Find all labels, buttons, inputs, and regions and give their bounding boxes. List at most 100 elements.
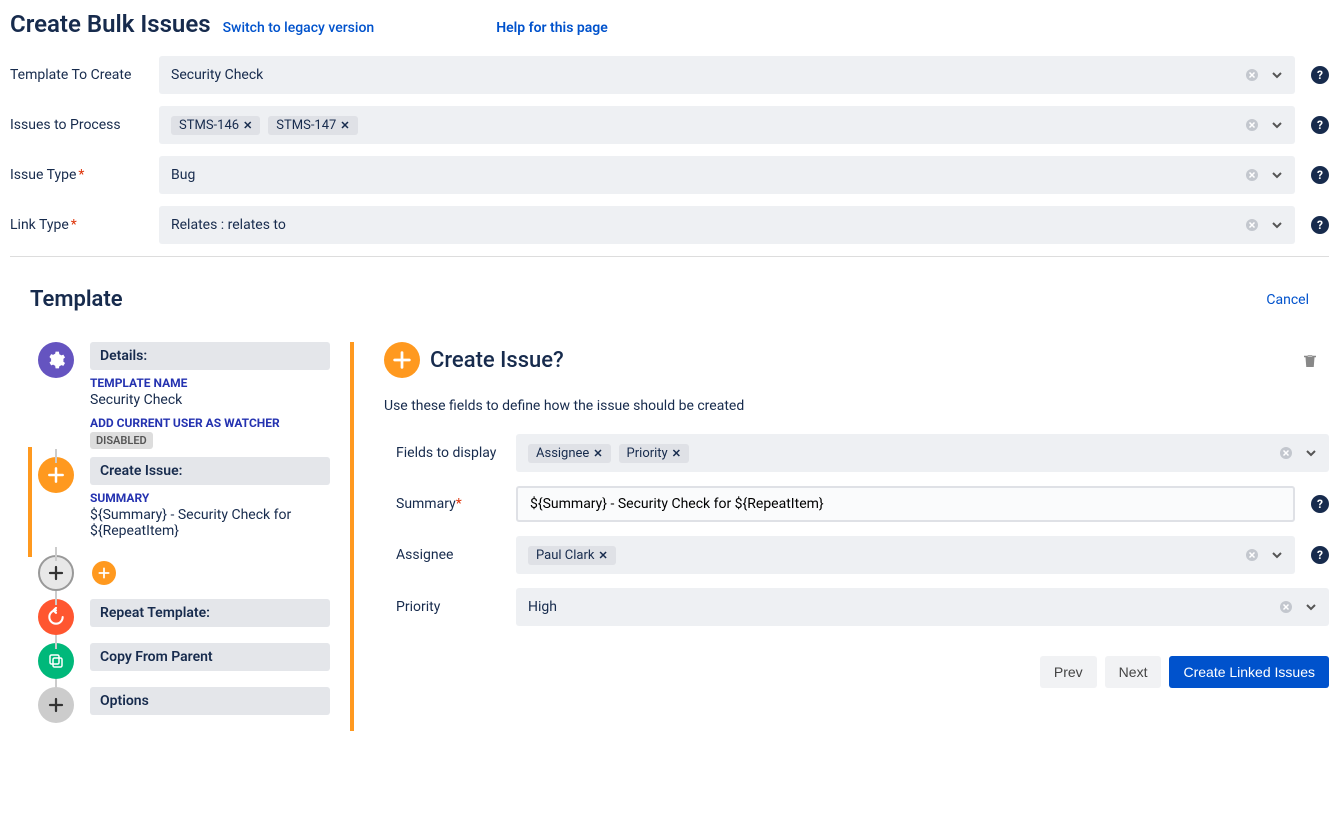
watcher-label: ADD CURRENT USER AS WATCHER	[90, 416, 330, 430]
create-issue-header: Create Issue:	[90, 457, 330, 485]
detail-head: Create Issue?	[384, 342, 1329, 378]
add-child-button[interactable]	[92, 561, 116, 585]
delete-button[interactable]	[1301, 352, 1319, 370]
label-issue-type: Issue Type*	[10, 167, 143, 183]
repeat-header: Repeat Template:	[90, 599, 330, 627]
watcher-badge: DISABLED	[90, 432, 153, 449]
label-issues: Issues to Process	[10, 117, 143, 133]
summary-label: SUMMARY	[90, 491, 330, 505]
row-link-type: Link Type* Relates : relates to ?	[10, 206, 1329, 244]
page-title: Create Bulk Issues	[10, 10, 211, 38]
select-link-type-value: Relates : relates to	[171, 217, 1237, 233]
help-link[interactable]: Help for this page	[496, 20, 608, 36]
label-priority: Priority	[396, 599, 500, 615]
remove-tag-icon[interactable]: ✕	[672, 447, 681, 460]
remove-tag-icon[interactable]: ✕	[598, 549, 607, 562]
remove-tag-icon[interactable]: ✕	[593, 447, 602, 460]
chevron-down-icon[interactable]	[1271, 549, 1283, 561]
next-button[interactable]: Next	[1105, 656, 1162, 688]
row-issues: Issues to Process STMS-146✕ STMS-147✕ ?	[10, 106, 1329, 144]
gear-icon	[38, 342, 74, 378]
chevron-down-icon[interactable]	[1271, 119, 1283, 131]
tree-item-create-issue[interactable]: Create Issue: SUMMARY ${Summary} - Secur…	[38, 457, 330, 547]
options-header: Options	[90, 687, 330, 715]
chevron-down-icon[interactable]	[1271, 219, 1283, 231]
chevron-down-icon[interactable]	[1305, 601, 1317, 613]
summary-value: ${Summary} - Security Check for ${Repeat…	[90, 507, 330, 539]
template-header: Template Cancel	[10, 287, 1329, 312]
clear-icon[interactable]	[1245, 218, 1259, 232]
help-icon[interactable]: ?	[1311, 546, 1329, 564]
tree-item-copy[interactable]: Copy From Parent	[38, 643, 330, 679]
plus-icon	[384, 342, 420, 378]
priority-value: High	[528, 599, 1271, 615]
tree-item-details[interactable]: Details: TEMPLATE NAME Security Check AD…	[38, 342, 330, 449]
label-summary: Summary*	[396, 496, 500, 512]
help-icon[interactable]: ?	[1311, 495, 1329, 513]
chevron-down-icon[interactable]	[1271, 69, 1283, 81]
template-tree: Details: TEMPLATE NAME Security Check AD…	[30, 342, 330, 731]
page-header: Create Bulk Issues Switch to legacy vers…	[10, 10, 1329, 38]
clear-icon[interactable]	[1245, 168, 1259, 182]
copy-header: Copy From Parent	[90, 643, 330, 671]
chevron-down-icon[interactable]	[1271, 169, 1283, 181]
tree-connector	[55, 635, 57, 649]
tree-connector	[55, 449, 57, 463]
help-icon[interactable]: ?	[1311, 166, 1329, 184]
template-name-value: Security Check	[90, 392, 330, 408]
tree-item-options[interactable]: Options	[38, 687, 330, 723]
label-link-type: Link Type*	[10, 217, 143, 233]
select-template-value: Security Check	[171, 67, 1237, 83]
divider	[10, 256, 1329, 257]
row-summary: Summary* ?	[384, 486, 1329, 522]
issue-tag: STMS-147✕	[268, 116, 357, 135]
select-assignee[interactable]: Paul Clark✕	[516, 536, 1295, 574]
row-priority: Priority High	[384, 588, 1329, 626]
field-tag: Priority✕	[619, 444, 689, 463]
create-button[interactable]: Create Linked Issues	[1169, 656, 1329, 688]
row-assignee: Assignee Paul Clark✕ ?	[384, 536, 1329, 574]
tree-connector	[55, 591, 57, 605]
template-heading: Template	[30, 287, 123, 312]
clear-icon[interactable]	[1245, 118, 1259, 132]
clear-icon[interactable]	[1279, 446, 1293, 460]
help-icon[interactable]: ?	[1311, 66, 1329, 84]
details-header: Details:	[90, 342, 330, 370]
tree-item-repeat[interactable]: Repeat Template:	[38, 599, 330, 635]
select-fields[interactable]: Assignee✕ Priority✕	[516, 434, 1329, 472]
detail-description: Use these fields to define how the issue…	[384, 398, 1329, 414]
select-priority[interactable]: High	[516, 588, 1329, 626]
legacy-link[interactable]: Switch to legacy version	[223, 20, 375, 36]
remove-tag-icon[interactable]: ✕	[340, 119, 349, 132]
help-icon[interactable]: ?	[1311, 116, 1329, 134]
tree-connector	[55, 547, 57, 561]
select-template[interactable]: Security Check	[159, 56, 1295, 94]
chevron-down-icon[interactable]	[1305, 447, 1317, 459]
label-fields: Fields to display	[396, 445, 500, 461]
cancel-link[interactable]: Cancel	[1266, 292, 1309, 308]
tree-connector	[55, 679, 57, 693]
detail-title: Create Issue?	[430, 348, 564, 373]
assignee-tag: Paul Clark✕	[528, 546, 616, 565]
prev-button[interactable]: Prev	[1040, 656, 1097, 688]
tree-add-row	[38, 555, 330, 591]
label-template: Template To Create	[10, 67, 143, 83]
clear-icon[interactable]	[1245, 68, 1259, 82]
detail-panel: Create Issue? Use these fields to define…	[350, 342, 1329, 731]
tree-content-details: Details: TEMPLATE NAME Security Check AD…	[90, 342, 330, 449]
select-issues[interactable]: STMS-146✕ STMS-147✕	[159, 106, 1295, 144]
summary-input[interactable]	[516, 486, 1295, 522]
row-fields: Fields to display Assignee✕ Priority✕	[384, 434, 1329, 472]
select-issue-type[interactable]: Bug	[159, 156, 1295, 194]
selection-indicator	[28, 447, 32, 557]
field-tag: Assignee✕	[528, 444, 611, 463]
template-body: Details: TEMPLATE NAME Security Check AD…	[10, 342, 1329, 731]
clear-icon[interactable]	[1279, 600, 1293, 614]
issue-tag: STMS-146✕	[171, 116, 260, 135]
remove-tag-icon[interactable]: ✕	[243, 119, 252, 132]
help-icon[interactable]: ?	[1311, 216, 1329, 234]
tree-content-create: Create Issue: SUMMARY ${Summary} - Secur…	[90, 457, 330, 547]
clear-icon[interactable]	[1245, 548, 1259, 562]
select-link-type[interactable]: Relates : relates to	[159, 206, 1295, 244]
row-template: Template To Create Security Check ?	[10, 56, 1329, 94]
